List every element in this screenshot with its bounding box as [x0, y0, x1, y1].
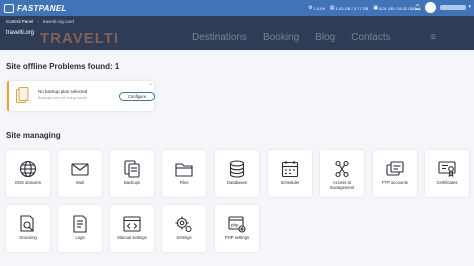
tile-label: Access to management: [329, 180, 355, 190]
tile-label: Scanning: [19, 235, 37, 240]
problems-title: Site offline Problems found: 1: [6, 62, 120, 71]
tile-label: Settings: [176, 235, 192, 240]
database-icon: [229, 160, 245, 178]
breadcrumb-current: travelti.org.card: [42, 19, 74, 24]
tile-label: DNS domains: [15, 180, 41, 185]
memory-stat: ▤ 1.03 GB / 3.77 GB: [329, 5, 369, 11]
resource-stats: ⚙ 1.01% ▤ 1.03 GB / 3.77 GB ▣ 8.01 GB / 34.…: [308, 0, 414, 16]
notice-subtitle: Backups are not being saved: [38, 96, 87, 100]
breadcrumb: Control Panel › travelti.org.card: [6, 19, 74, 24]
tile-manual-settings[interactable]: Manual settings: [110, 205, 154, 252]
logs-icon: [73, 215, 87, 233]
preview-nav: Destinations Booking Blog Contacts: [192, 32, 391, 43]
folder-icon: [175, 163, 193, 177]
settings-icon: [175, 216, 192, 233]
tile-mail[interactable]: Mail: [58, 150, 102, 197]
cpu-stat: ⚙ 1.01%: [308, 5, 325, 11]
certificate-icon: [438, 161, 456, 178]
tile-logs[interactable]: Logs: [58, 205, 102, 252]
tile-label: PHP settings: [224, 235, 250, 240]
backup-warning-icon: [16, 87, 29, 103]
preview-menu-icon: ≡: [430, 32, 436, 43]
close-icon[interactable]: ×: [149, 82, 152, 87]
tile-label: Manual settings: [117, 235, 147, 240]
site-header: TRAVELTI Destinations Booking Blog Conta…: [0, 16, 474, 50]
tile-databases[interactable]: Databases: [215, 150, 259, 197]
tile-label: Certificates: [436, 180, 458, 185]
tile-ftp-accounts[interactable]: FTP accounts: [373, 150, 417, 197]
disk-icon: ▣: [373, 5, 379, 11]
tile-label: Backups: [123, 180, 141, 185]
user-name-blurred[interactable]: [440, 5, 466, 10]
tile-label: FTP accounts: [382, 180, 408, 185]
tile-label: Databases: [226, 180, 248, 185]
cpu-icon: ⚙: [308, 5, 313, 11]
mail-icon: [71, 163, 89, 176]
tile-backups[interactable]: Backups: [110, 150, 154, 197]
fastpanel-logo-icon: [4, 3, 14, 13]
tile-php-settings[interactable]: php PHP settings: [215, 205, 259, 252]
tile-dns-domains[interactable]: DNS domains: [6, 150, 50, 197]
backup-notice: No backup plan selected Backups are not …: [7, 81, 155, 111]
backups-icon: [124, 160, 140, 178]
tile-scanning[interactable]: Scanning: [6, 205, 50, 252]
code-icon: [123, 216, 141, 232]
tile-label: Mail: [76, 180, 84, 185]
tile-files[interactable]: Files: [162, 150, 206, 197]
tile-label: Logs: [75, 235, 85, 240]
disk-stat: ▣ 8.01 GB / 34.32 GB: [373, 5, 414, 11]
bell-icon[interactable]: 🔔︎: [413, 4, 421, 11]
site-name[interactable]: travelti.org: [6, 30, 34, 36]
svg-text:php: php: [231, 223, 239, 228]
breadcrumb-separator: ›: [37, 19, 39, 24]
breadcrumb-root[interactable]: Control Panel: [6, 19, 33, 24]
tile-certificates[interactable]: Certificates: [425, 150, 469, 197]
preview-logo: TRAVELTI: [40, 30, 120, 47]
access-icon: [335, 160, 349, 178]
configure-button[interactable]: Configure: [119, 92, 155, 101]
tile-settings[interactable]: Settings: [162, 205, 206, 252]
scan-icon: [20, 215, 34, 232]
php-icon: php: [228, 216, 246, 233]
preview-nav-item: Destinations: [192, 32, 248, 43]
chevron-down-icon[interactable]: ▾: [468, 4, 471, 10]
memory-icon: ▤: [329, 5, 335, 11]
avatar[interactable]: [425, 2, 436, 13]
brand-name[interactable]: FASTPANEL: [17, 4, 67, 13]
tile-label: Files: [179, 180, 189, 185]
tile-scheduler[interactable]: Scheduler: [268, 150, 312, 197]
preview-nav-item: Booking: [263, 32, 300, 43]
calendar-icon: [281, 161, 299, 178]
top-bar: FASTPANEL ⚙ 1.01% ▤ 1.03 GB / 3.77 GB ▣ 8.0…: [0, 0, 474, 16]
warning-accent: [7, 81, 9, 111]
managing-title: Site managing: [6, 131, 61, 140]
tile-access-management[interactable]: Access to management: [320, 150, 364, 197]
globe-icon: [19, 160, 37, 178]
preview-nav-item: Blog: [315, 32, 336, 43]
ftp-icon: [386, 161, 404, 176]
preview-nav-item: Contacts: [351, 32, 391, 43]
tile-label: Scheduler: [280, 180, 300, 185]
notice-title: No backup plan selected: [38, 89, 88, 94]
